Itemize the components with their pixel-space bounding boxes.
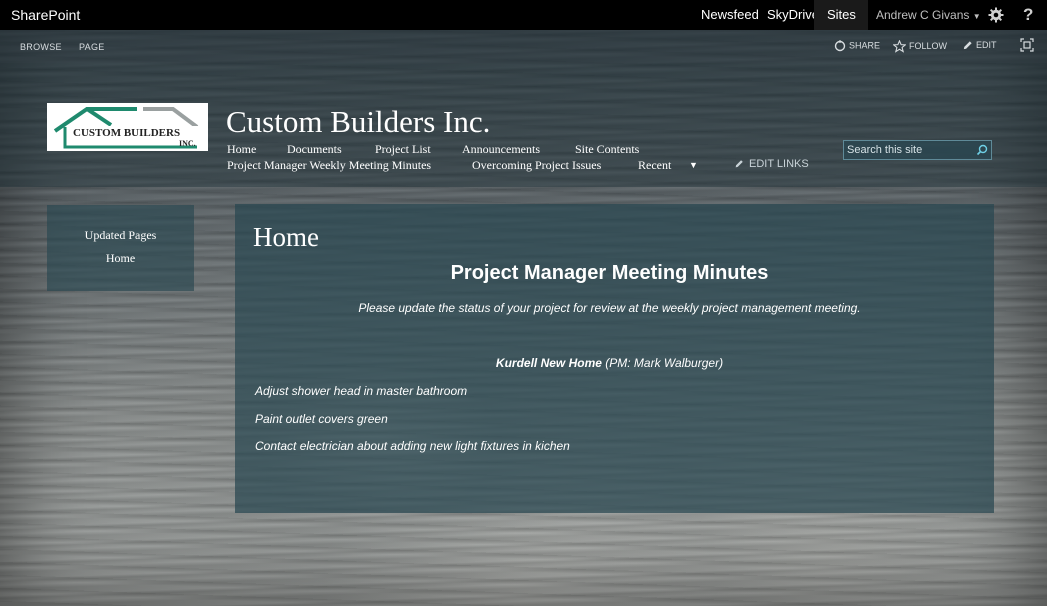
suite-link-newsfeed[interactable]: Newsfeed [701, 7, 759, 22]
tab-page[interactable]: PAGE [79, 42, 105, 52]
pencil-icon [735, 160, 743, 168]
nav-link-project-list[interactable]: Project List [375, 142, 431, 157]
task-item: Adjust shower head in master bathroom [255, 384, 468, 398]
suite-bar: SharePoint Newsfeed SkyDrive Sites Andre… [0, 0, 1047, 30]
gear-icon[interactable] [988, 7, 1004, 23]
quick-launch-item-updated-pages[interactable]: Updated Pages [47, 228, 194, 243]
tab-browse[interactable]: BROWSE [20, 42, 62, 52]
search-icon[interactable] [976, 144, 988, 156]
suite-link-sites[interactable]: Sites [827, 7, 856, 22]
sharepoint-brand[interactable]: SharePoint [11, 7, 80, 23]
focus-on-content-icon[interactable] [1020, 38, 1034, 52]
suite-link-skydrive[interactable]: SkyDrive [767, 7, 819, 22]
share-icon [834, 40, 846, 52]
content-intro: Please update the status of your project… [358, 301, 861, 315]
quick-launch-item-home[interactable]: Home [47, 251, 194, 266]
share-label: SHARE [849, 40, 881, 51]
ribbon-bar: BROWSE PAGE SHARE FOLLOW EDIT [0, 30, 1047, 63]
nav-link-pm-weekly-minutes[interactable]: Project Manager Weekly Meeting Minutes [227, 158, 431, 173]
help-icon[interactable]: ? [1023, 5, 1033, 25]
task-item: Paint outlet covers green [255, 412, 388, 426]
user-name: Andrew C Givans [876, 8, 970, 22]
page-title: Home [253, 222, 319, 252]
recent-dropdown-icon[interactable]: ▼ [689, 160, 698, 170]
nav-link-documents[interactable]: Documents [287, 142, 342, 157]
edit-label: EDIT [976, 40, 997, 50]
star-icon [892, 39, 907, 53]
nav-link-recent[interactable]: Recent [638, 158, 671, 173]
pencil-icon [963, 41, 972, 50]
logo-text-line2: INC. [179, 139, 196, 148]
site-title[interactable]: Custom Builders Inc. [226, 104, 490, 140]
project-line: Kurdell New Home (PM: Mark Walburger) [235, 356, 984, 370]
logo-house-graphic: CUSTOM BUILDERS INC. [53, 107, 203, 149]
site-logo[interactable]: CUSTOM BUILDERS INC. [47, 103, 208, 151]
edit-button[interactable]: EDIT [962, 40, 997, 51]
nav-link-announcements[interactable]: Announcements [462, 142, 540, 157]
quick-launch-panel: Updated Pages Home [47, 205, 194, 291]
search-input[interactable] [847, 143, 969, 157]
edit-links-button[interactable]: EDIT LINKS [734, 158, 809, 170]
user-menu[interactable]: Andrew C Givans ▼ [876, 8, 981, 22]
share-button[interactable]: SHARE [834, 40, 880, 52]
follow-button[interactable]: FOLLOW [892, 39, 948, 53]
task-item: Contact electrician about adding new lig… [255, 439, 570, 453]
nav-link-overcoming-issues[interactable]: Overcoming Project Issues [472, 158, 601, 173]
main-content-panel: Home Project Manager Meeting Minutes Ple… [235, 204, 994, 513]
project-name: Kurdell New Home [495, 356, 602, 370]
edit-links-label: EDIT LINKS [749, 158, 809, 170]
follow-label: FOLLOW [909, 40, 948, 51]
project-manager: (PM: Mark Walburger) [601, 356, 724, 370]
site-search-box [843, 140, 992, 160]
nav-link-site-contents[interactable]: Site Contents [575, 142, 639, 157]
chevron-down-icon: ▼ [972, 12, 981, 21]
nav-link-home[interactable]: Home [227, 142, 256, 157]
content-heading: Project Manager Meeting Minutes [450, 262, 769, 284]
logo-text-line1: CUSTOM BUILDERS [73, 127, 180, 139]
